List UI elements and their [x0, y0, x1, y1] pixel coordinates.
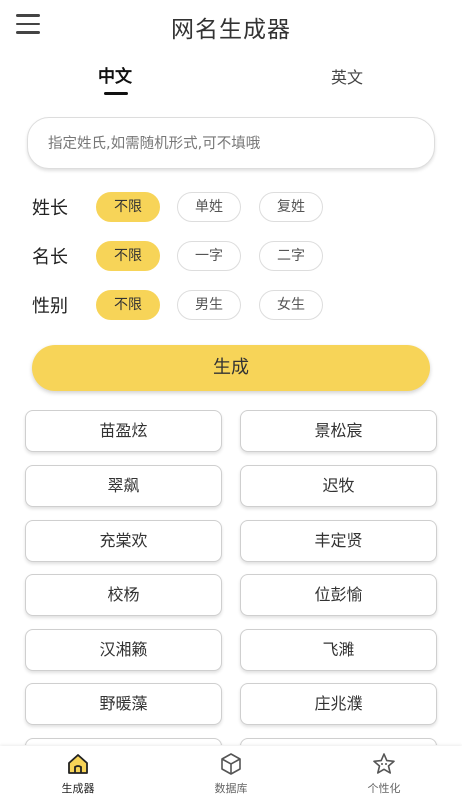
chip-compound-surname[interactable]: 复姓	[259, 192, 323, 222]
name-card[interactable]: 丰定贤	[240, 520, 437, 562]
bottom-navigation: 生成器 数据库 个性化	[0, 746, 462, 800]
home-icon	[68, 754, 88, 774]
chip-female[interactable]: 女生	[259, 290, 323, 320]
nav-label: 个性化	[367, 782, 401, 795]
app-header: 网名生成器	[0, 0, 462, 52]
tab-english[interactable]: 英文	[331, 64, 363, 88]
chip-male[interactable]: 男生	[177, 290, 241, 320]
name-card[interactable]	[25, 738, 222, 745]
name-card[interactable]: 翠飙	[25, 465, 222, 507]
name-card[interactable]: 校杨	[25, 574, 222, 616]
name-card[interactable]: 迟牧	[240, 465, 437, 507]
nav-label: 数据库	[214, 782, 248, 795]
name-card[interactable]: 充棠欢	[25, 520, 222, 562]
option-row-surname-length: 姓长 不限 单姓 复姓	[0, 192, 462, 224]
name-card[interactable]: 汉湘籁	[25, 629, 222, 671]
tab-chinese[interactable]: 中文	[98, 62, 132, 87]
surname-search	[27, 117, 435, 170]
option-label: 姓长	[32, 198, 68, 219]
language-tabs: 中文 英文	[0, 62, 462, 102]
chip-single-surname[interactable]: 单姓	[177, 192, 241, 222]
nav-generator[interactable]: 生成器	[28, 746, 128, 800]
option-label: 性别	[32, 296, 68, 317]
option-row-name-length: 名长 不限 一字 二字	[0, 241, 462, 273]
chip-any[interactable]: 不限	[96, 241, 160, 271]
star-icon	[373, 753, 395, 774]
chip-two-char[interactable]: 二字	[259, 241, 323, 271]
tab-indicator	[104, 92, 128, 95]
name-card[interactable]: 苗盈炫	[25, 410, 222, 452]
name-card[interactable]: 景松宸	[240, 410, 437, 452]
chip-one-char[interactable]: 一字	[177, 241, 241, 271]
nav-personalize[interactable]: 个性化	[334, 746, 434, 800]
page-title: 网名生成器	[171, 17, 291, 43]
database-icon	[221, 753, 241, 775]
name-card[interactable]: 庄兆濮	[240, 683, 437, 725]
generate-button[interactable]: 生成	[32, 345, 430, 391]
name-card[interactable]: 飞濉	[240, 629, 437, 671]
nav-label: 生成器	[61, 782, 95, 795]
name-card[interactable]: 位彭愉	[240, 574, 437, 616]
nav-database[interactable]: 数据库	[181, 746, 281, 800]
chip-any[interactable]: 不限	[96, 290, 160, 320]
chip-any[interactable]: 不限	[96, 192, 160, 222]
option-row-gender: 性别 不限 男生 女生	[0, 290, 462, 322]
name-card[interactable]: 野暖藻	[25, 683, 222, 725]
name-card[interactable]	[240, 738, 437, 745]
surname-input[interactable]	[46, 118, 420, 170]
name-results-list: 苗盈炫 景松宸 翠飙 迟牧 充棠欢 丰定贤 校杨 位彭愉 汉湘籁 飞濉 野暖藻 …	[0, 410, 462, 745]
option-label: 名长	[32, 247, 68, 268]
